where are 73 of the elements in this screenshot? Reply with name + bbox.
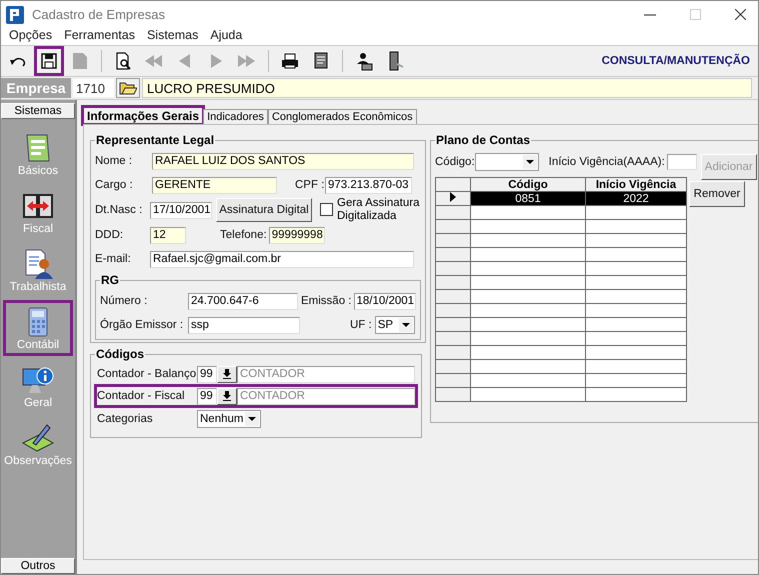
save-icon[interactable]: [36, 48, 62, 74]
tab[interactable]: Indicadores: [203, 109, 268, 124]
menu-item[interactable]: Ferramentas: [64, 28, 135, 45]
start-year-field[interactable]: [666, 154, 697, 170]
table-cell: 0851: [470, 192, 586, 206]
field-label: Início Vigência(AAAA):: [548, 156, 665, 168]
tab[interactable]: Informações Gerais: [83, 107, 204, 124]
position-field[interactable]: GERENTE: [152, 176, 277, 194]
code-field[interactable]: 99: [197, 388, 217, 404]
download-icon[interactable]: [217, 388, 237, 404]
group-title: RG: [100, 273, 120, 287]
group-title: Códigos: [95, 347, 145, 361]
checkbox-label: Gera Assinatura Digitalizada: [337, 197, 420, 223]
sidebar-item-label: Geral: [24, 397, 52, 409]
code-field[interactable]: 99: [197, 366, 217, 382]
accountant-field[interactable]: CONTADOR: [237, 388, 415, 404]
email-field[interactable]: Rafael.sjc@gmail.com.br: [150, 250, 414, 268]
grid-row[interactable]: 0851 2022: [436, 192, 686, 206]
close-icon[interactable]: [735, 9, 746, 20]
field-label: CPF :: [295, 179, 325, 191]
field-label: Telefone:: [220, 229, 267, 241]
folder-icon[interactable]: [116, 78, 140, 98]
group-title: Plano de Contas: [435, 133, 532, 147]
menu-item[interactable]: Opções: [9, 28, 52, 45]
row-pointer-icon: [450, 192, 456, 202]
accountant-field[interactable]: CONTADOR: [237, 366, 415, 382]
sidebar-item-label: Fiscal: [22, 223, 54, 235]
sidebar-item-label: Observações: [4, 455, 72, 467]
sidebar-footer[interactable]: Outros: [1, 558, 75, 574]
tab[interactable]: Conglomerados Econômicos: [268, 109, 417, 124]
birth-date-field[interactable]: 17/10/2001: [150, 202, 212, 218]
field-label: Contador - Balanço: [97, 368, 197, 380]
company-label: Empresa: [1, 78, 71, 98]
field-label: Dt.Nasc :: [95, 204, 144, 216]
field-label: Código:: [435, 156, 475, 168]
field-label: Categorias: [97, 413, 154, 425]
mode-label: CONSULTA/MANUTENÇÃO: [602, 55, 750, 67]
field-label: Emissão :: [301, 295, 352, 307]
app-logo-icon: [6, 6, 24, 24]
field-label: UF :: [350, 319, 372, 331]
issue-date-field[interactable]: 18/10/2001: [354, 292, 416, 310]
category-dropdown[interactable]: Nenhum: [197, 410, 261, 428]
table-cell: 2022: [586, 192, 686, 206]
cpf-field[interactable]: 973.213.870-03: [325, 176, 412, 194]
name-field[interactable]: RAFAEL LUIZ DOS SANTOS: [152, 152, 414, 170]
sidebar-item-label: Contábil: [16, 339, 60, 351]
remove-button[interactable]: Remover: [689, 181, 745, 207]
issuer-field[interactable]: ssp: [188, 316, 300, 334]
sidebar-item-label: Trabalhista: [10, 281, 66, 293]
field-label: DDD:: [95, 229, 124, 241]
checkbox[interactable]: [320, 203, 333, 216]
column-header[interactable]: Início Vigência: [586, 178, 686, 192]
area-code-field[interactable]: 12: [150, 226, 186, 244]
field-label: Órgão Emissor :: [100, 319, 184, 331]
field-label: E-mail:: [95, 253, 132, 265]
sidebar-item-label: Básicos: [18, 165, 58, 177]
field-label: Cargo :: [95, 179, 134, 191]
field-label: Número :: [100, 295, 148, 307]
field-label: Contador - Fiscal: [97, 390, 186, 402]
group-title: Representante Legal: [95, 133, 216, 147]
download-icon[interactable]: [217, 366, 237, 382]
sidebar-header[interactable]: Sistemas: [1, 103, 75, 119]
menu-item[interactable]: Sistemas: [146, 28, 198, 45]
phone-field[interactable]: 99999998: [268, 226, 325, 244]
state-dropdown[interactable]: SP: [374, 316, 415, 334]
company-name-field[interactable]: LUCRO PRESUMIDO: [142, 78, 752, 98]
field-label: Nome :: [95, 155, 134, 167]
company-code-field[interactable]: 1710: [73, 79, 114, 97]
menu-item[interactable]: Ajuda: [210, 28, 242, 45]
column-header[interactable]: Código: [470, 178, 586, 192]
window-title: Cadastro de Empresas: [32, 7, 165, 22]
digital-signature-button[interactable]: Assinatura Digital: [216, 198, 312, 222]
id-number-field[interactable]: 24.700.647-6: [188, 292, 298, 310]
